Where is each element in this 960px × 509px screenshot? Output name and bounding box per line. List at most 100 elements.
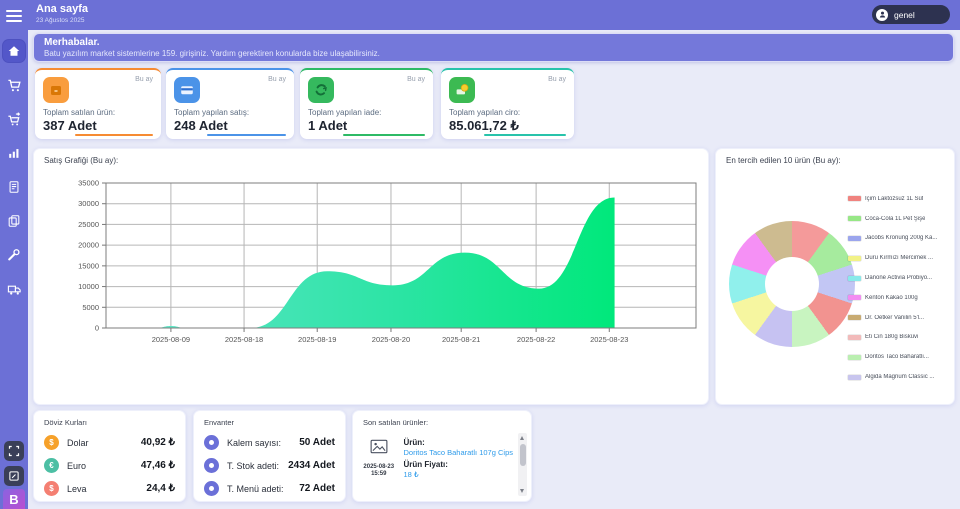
bar-chart-icon [7, 146, 21, 160]
sidebar-item-sales[interactable] [3, 74, 25, 96]
sidebar-item-home[interactable] [3, 40, 25, 62]
product-price-link[interactable]: 18 ₺ [403, 470, 513, 479]
currency-row: $ Leva 24,4 ₺ [44, 477, 175, 500]
sales-chart-card: Satış Grafiği (Bu ay): 05000100001500020… [33, 148, 709, 405]
legend-swatch [848, 236, 861, 241]
legend-item[interactable]: Eti Cin 180g Bisküvi [848, 328, 950, 348]
inventory-row: Kalem sayısı: 50 Adet [204, 431, 335, 454]
page-title: Ana sayfa [36, 3, 88, 15]
cart-return-icon [7, 112, 22, 127]
legend-item[interactable]: Coca-Cola 1L Pet Şişe [848, 209, 950, 229]
inventory-row: T. Menü adeti: 72 Adet [204, 477, 335, 500]
currency-row: € Euro 47,46 ₺ [44, 454, 175, 477]
sidebar-item-settings[interactable] [3, 244, 25, 266]
svg-text:30000: 30000 [78, 199, 99, 208]
price-label: Ürün Fiyatı: [403, 460, 513, 469]
last-sold-title: Son satılan ürünler: [363, 418, 428, 427]
welcome-banner: Merhabalar. Batu yazılım market sistemle… [33, 33, 954, 62]
sidebar: B [0, 0, 28, 509]
legend-item[interactable]: Danone Activia Probiyo... [848, 268, 950, 288]
legend-swatch [848, 355, 861, 360]
currency-row: $ Dolar 40,92 ₺ [44, 431, 175, 454]
euro-icon: € [44, 458, 59, 473]
legend-item[interactable]: İçim Laktozsuz 1L Süt [848, 189, 950, 209]
svg-text:2025-08-23: 2025-08-23 [590, 335, 628, 344]
notes-button[interactable] [4, 466, 24, 486]
sidebar-nav [0, 40, 28, 300]
dashboard-page: B Ana sayfa 23 Ağustos 2025 genel Merhab… [0, 0, 960, 509]
legend-item[interactable]: Dr. Oetker Vanilin 5'l... [848, 308, 950, 328]
product-image-icon [370, 439, 388, 454]
period-badge: Bu ay [268, 76, 286, 83]
profile-label: genel [894, 10, 915, 20]
currency-value: 24,4 ₺ [146, 483, 175, 494]
legend-item[interactable]: Algida Magnum Classic ... [848, 367, 950, 387]
donut-legend: İçim Laktozsuz 1L Süt Coca-Cola 1L Pet Şi… [848, 189, 950, 387]
fullscreen-button[interactable] [4, 441, 24, 461]
legend-item[interactable]: Kenton Kakao 100g [848, 288, 950, 308]
recycle-icon [308, 77, 334, 103]
legend-swatch [848, 315, 861, 320]
accent-underline [207, 134, 286, 136]
product-name-link[interactable]: Doritos Taco Baharatlı 107g Cips [403, 448, 513, 457]
legend-label: Duru Kırmızı Mercimek ... [865, 255, 933, 261]
legend-label: İçim Laktozsuz 1L Süt [865, 196, 923, 202]
scroll-thumb[interactable] [520, 444, 526, 466]
scroll-down-icon[interactable] [520, 489, 524, 493]
stat-card-sold-products: Bu ay Toplam satılan ürün: 387 Adet [35, 68, 161, 139]
sidebar-item-delivery[interactable] [3, 278, 25, 300]
hamburger-menu-icon[interactable] [5, 7, 23, 23]
svg-text:2025-08-20: 2025-08-20 [372, 335, 410, 344]
profile-button[interactable]: genel [872, 5, 950, 24]
legend-label: Dr. Oetker Vanilin 5'l... [865, 315, 924, 321]
welcome-greeting: Merhabalar. [44, 37, 943, 49]
svg-text:2025-08-21: 2025-08-21 [442, 335, 480, 344]
sales-chart-title: Satış Grafiği (Bu ay): [44, 156, 118, 165]
wrench-icon [7, 248, 21, 262]
svg-text:20000: 20000 [78, 241, 99, 250]
top-products-title: En tercih edilen 10 ürün (Bu ay): [726, 156, 841, 165]
top-header: Ana sayfa 23 Ağustos 2025 genel [28, 0, 960, 30]
svg-text:2025-08-09: 2025-08-09 [152, 335, 190, 344]
currency-name: Leva [67, 484, 87, 494]
item-count-icon [204, 435, 219, 450]
top-products-card: En tercih edilen 10 ürün (Bu ay): İçim L… [715, 148, 955, 405]
lev-icon: $ [44, 481, 59, 496]
legend-label: Eti Cin 180g Bisküvi [865, 334, 918, 340]
package-icon [43, 77, 69, 103]
sidebar-item-returns[interactable] [3, 108, 25, 130]
coins-icon [449, 77, 475, 103]
inventory-value: 72 Adet [299, 483, 335, 494]
stat-label: Toplam satılan ürün: [43, 108, 115, 117]
stat-label: Toplam yapılan satış: [174, 108, 249, 117]
accent-underline [484, 134, 566, 136]
home-icon [7, 44, 21, 58]
sidebar-item-statistics[interactable] [3, 142, 25, 164]
donut-chart [729, 221, 855, 347]
legend-label: Jacobs Kronung 200g Ka... [865, 235, 937, 241]
legend-item[interactable]: Jacobs Kronung 200g Ka... [848, 229, 950, 249]
stat-value: 85.061,72 ₺ [449, 118, 519, 134]
fullscreen-icon [8, 445, 20, 457]
scroll-up-icon[interactable] [520, 436, 524, 440]
legend-label: Danone Activia Probiyo... [865, 275, 932, 281]
menu-count-icon [204, 481, 219, 496]
svg-text:5000: 5000 [82, 303, 99, 312]
sidebar-item-receipts[interactable] [3, 176, 25, 198]
svg-text:25000: 25000 [78, 220, 99, 229]
app-logo[interactable]: B [3, 489, 25, 509]
stat-label: Toplam yapılan iade: [308, 108, 381, 117]
period-badge: Bu ay [407, 76, 425, 83]
sold-timestamp: 2025-08-23 15:59 [363, 464, 394, 478]
inventory-value: 2434 Adet [288, 460, 335, 471]
legend-item[interactable]: Duru Kırmızı Mercimek ... [848, 248, 950, 268]
legend-swatch [848, 256, 861, 261]
sidebar-item-documents[interactable] [3, 210, 25, 232]
accent-underline [75, 134, 153, 136]
stat-card-sales: Bu ay Toplam yapılan satış: 248 Adet [166, 68, 294, 139]
currency-name: Euro [67, 461, 86, 471]
cart-icon [7, 78, 22, 93]
scrollbar[interactable] [518, 433, 527, 496]
legend-item[interactable]: Doritos Taco Baharatlı... [848, 347, 950, 367]
legend-label: Doritos Taco Baharatlı... [865, 354, 929, 360]
